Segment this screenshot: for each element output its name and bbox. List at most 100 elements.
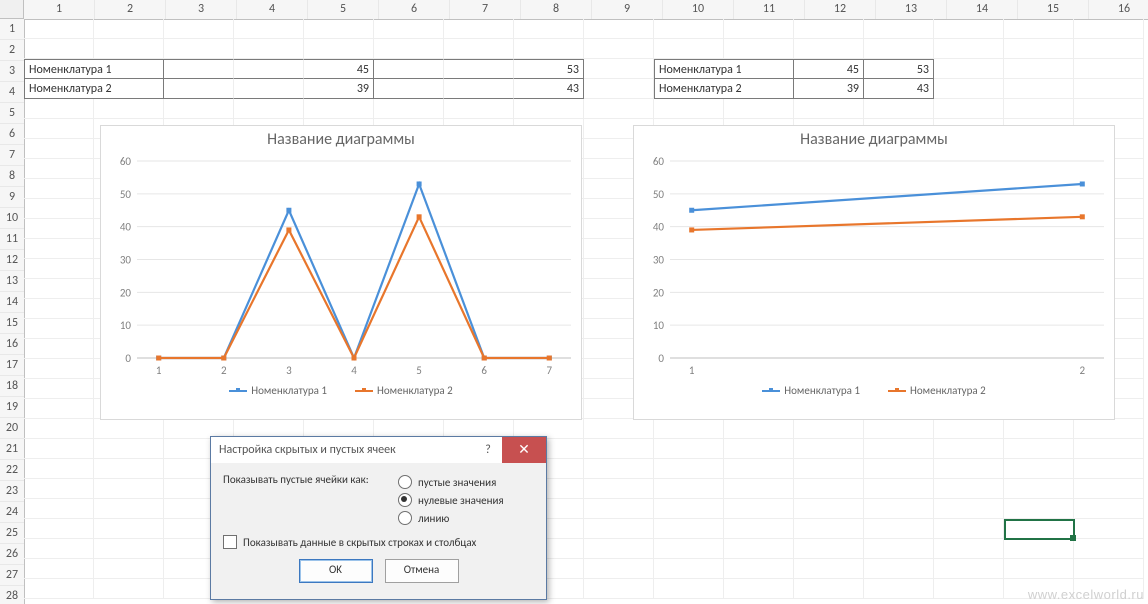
cell[interactable] bbox=[24, 99, 94, 119]
row-header[interactable]: 27 bbox=[0, 565, 24, 586]
cell[interactable]: 53 bbox=[864, 59, 934, 79]
cell[interactable] bbox=[24, 279, 94, 299]
cell[interactable] bbox=[1074, 539, 1144, 559]
cell[interactable] bbox=[374, 59, 444, 79]
cell[interactable] bbox=[1074, 419, 1144, 439]
cell[interactable] bbox=[304, 19, 374, 39]
cell[interactable] bbox=[584, 99, 654, 119]
cell[interactable] bbox=[934, 519, 1004, 539]
cell[interactable] bbox=[24, 379, 94, 399]
cell[interactable] bbox=[1004, 539, 1074, 559]
row-header[interactable]: 13 bbox=[0, 271, 24, 292]
cell[interactable] bbox=[654, 419, 724, 439]
cell[interactable] bbox=[24, 359, 94, 379]
cell[interactable] bbox=[584, 439, 654, 459]
cell[interactable] bbox=[94, 39, 164, 59]
cell[interactable] bbox=[234, 39, 304, 59]
col-header[interactable]: 2 bbox=[95, 0, 166, 19]
cell[interactable] bbox=[584, 539, 654, 559]
cell[interactable] bbox=[724, 519, 794, 539]
column-headers[interactable]: 12345678910111213141516 bbox=[24, 0, 1148, 20]
dialog-titlebar[interactable]: Настройка скрытых и пустых ячеек ? ✕ bbox=[211, 437, 546, 463]
cell[interactable] bbox=[724, 559, 794, 579]
cell[interactable] bbox=[94, 559, 164, 579]
cell[interactable] bbox=[1004, 439, 1074, 459]
row-header[interactable]: 4 bbox=[0, 82, 24, 103]
cell[interactable] bbox=[864, 19, 934, 39]
col-header[interactable]: 14 bbox=[947, 0, 1018, 19]
cell[interactable] bbox=[94, 419, 164, 439]
row-header[interactable]: 24 bbox=[0, 502, 24, 523]
cell[interactable] bbox=[864, 439, 934, 459]
cell[interactable]: 43 bbox=[864, 79, 934, 99]
cell[interactable] bbox=[864, 579, 934, 599]
row-header[interactable]: 23 bbox=[0, 481, 24, 502]
cell[interactable] bbox=[1074, 39, 1144, 59]
cell[interactable] bbox=[794, 439, 864, 459]
cell[interactable] bbox=[584, 419, 654, 439]
cell[interactable] bbox=[374, 39, 444, 59]
cell[interactable] bbox=[934, 479, 1004, 499]
cell[interactable] bbox=[654, 19, 724, 39]
col-header[interactable]: 13 bbox=[876, 0, 947, 19]
cell[interactable] bbox=[934, 79, 1004, 99]
cell[interactable] bbox=[654, 439, 724, 459]
cell[interactable] bbox=[24, 339, 94, 359]
cell[interactable]: 39 bbox=[304, 79, 374, 99]
cell[interactable] bbox=[1074, 519, 1144, 539]
cell[interactable] bbox=[654, 579, 724, 599]
cell[interactable] bbox=[794, 459, 864, 479]
cell[interactable] bbox=[24, 299, 94, 319]
cell[interactable] bbox=[724, 539, 794, 559]
col-header[interactable]: 1 bbox=[24, 0, 95, 19]
cell[interactable] bbox=[934, 39, 1004, 59]
cell[interactable] bbox=[24, 539, 94, 559]
cell[interactable]: 45 bbox=[794, 59, 864, 79]
cell[interactable] bbox=[654, 539, 724, 559]
dialog-close-button[interactable]: ✕ bbox=[502, 437, 546, 463]
row-header[interactable]: 10 bbox=[0, 208, 24, 229]
cell[interactable] bbox=[1074, 459, 1144, 479]
cell[interactable] bbox=[24, 459, 94, 479]
row-header[interactable]: 3 bbox=[0, 61, 24, 82]
cell[interactable]: Номенклатура 1 bbox=[24, 59, 164, 79]
cell[interactable] bbox=[444, 99, 514, 119]
cell[interactable] bbox=[374, 79, 444, 99]
cell[interactable] bbox=[584, 19, 654, 39]
cell[interactable] bbox=[584, 579, 654, 599]
cell[interactable] bbox=[1004, 419, 1074, 439]
row-header[interactable]: 28 bbox=[0, 586, 24, 604]
cell[interactable] bbox=[1004, 499, 1074, 519]
cell[interactable] bbox=[1004, 519, 1074, 539]
col-header[interactable]: 12 bbox=[805, 0, 876, 19]
cell[interactable] bbox=[1074, 79, 1144, 99]
cell[interactable] bbox=[1074, 499, 1144, 519]
cell[interactable] bbox=[794, 579, 864, 599]
cell[interactable] bbox=[444, 19, 514, 39]
cell[interactable] bbox=[724, 99, 794, 119]
cell[interactable] bbox=[94, 499, 164, 519]
cell[interactable] bbox=[794, 519, 864, 539]
cell[interactable] bbox=[164, 39, 234, 59]
chart-left[interactable]: Название диаграммы 01020304050601234567 … bbox=[100, 125, 582, 420]
row-header[interactable]: 9 bbox=[0, 187, 24, 208]
cell[interactable] bbox=[164, 99, 234, 119]
cell[interactable] bbox=[164, 59, 234, 79]
cell[interactable] bbox=[934, 439, 1004, 459]
row-header[interactable]: 20 bbox=[0, 418, 24, 439]
cell[interactable] bbox=[234, 79, 304, 99]
cell[interactable] bbox=[1004, 59, 1074, 79]
radio-line[interactable] bbox=[398, 511, 412, 525]
cell[interactable]: Номенклатура 2 bbox=[24, 79, 164, 99]
cell[interactable] bbox=[234, 19, 304, 39]
cell[interactable] bbox=[584, 559, 654, 579]
col-header[interactable]: 10 bbox=[663, 0, 734, 19]
cell[interactable] bbox=[794, 559, 864, 579]
cell[interactable] bbox=[1004, 459, 1074, 479]
col-header[interactable]: 3 bbox=[166, 0, 237, 19]
cell[interactable] bbox=[94, 479, 164, 499]
cell[interactable] bbox=[234, 99, 304, 119]
row-header[interactable]: 21 bbox=[0, 439, 24, 460]
col-header[interactable]: 9 bbox=[592, 0, 663, 19]
cell[interactable] bbox=[1004, 39, 1074, 59]
